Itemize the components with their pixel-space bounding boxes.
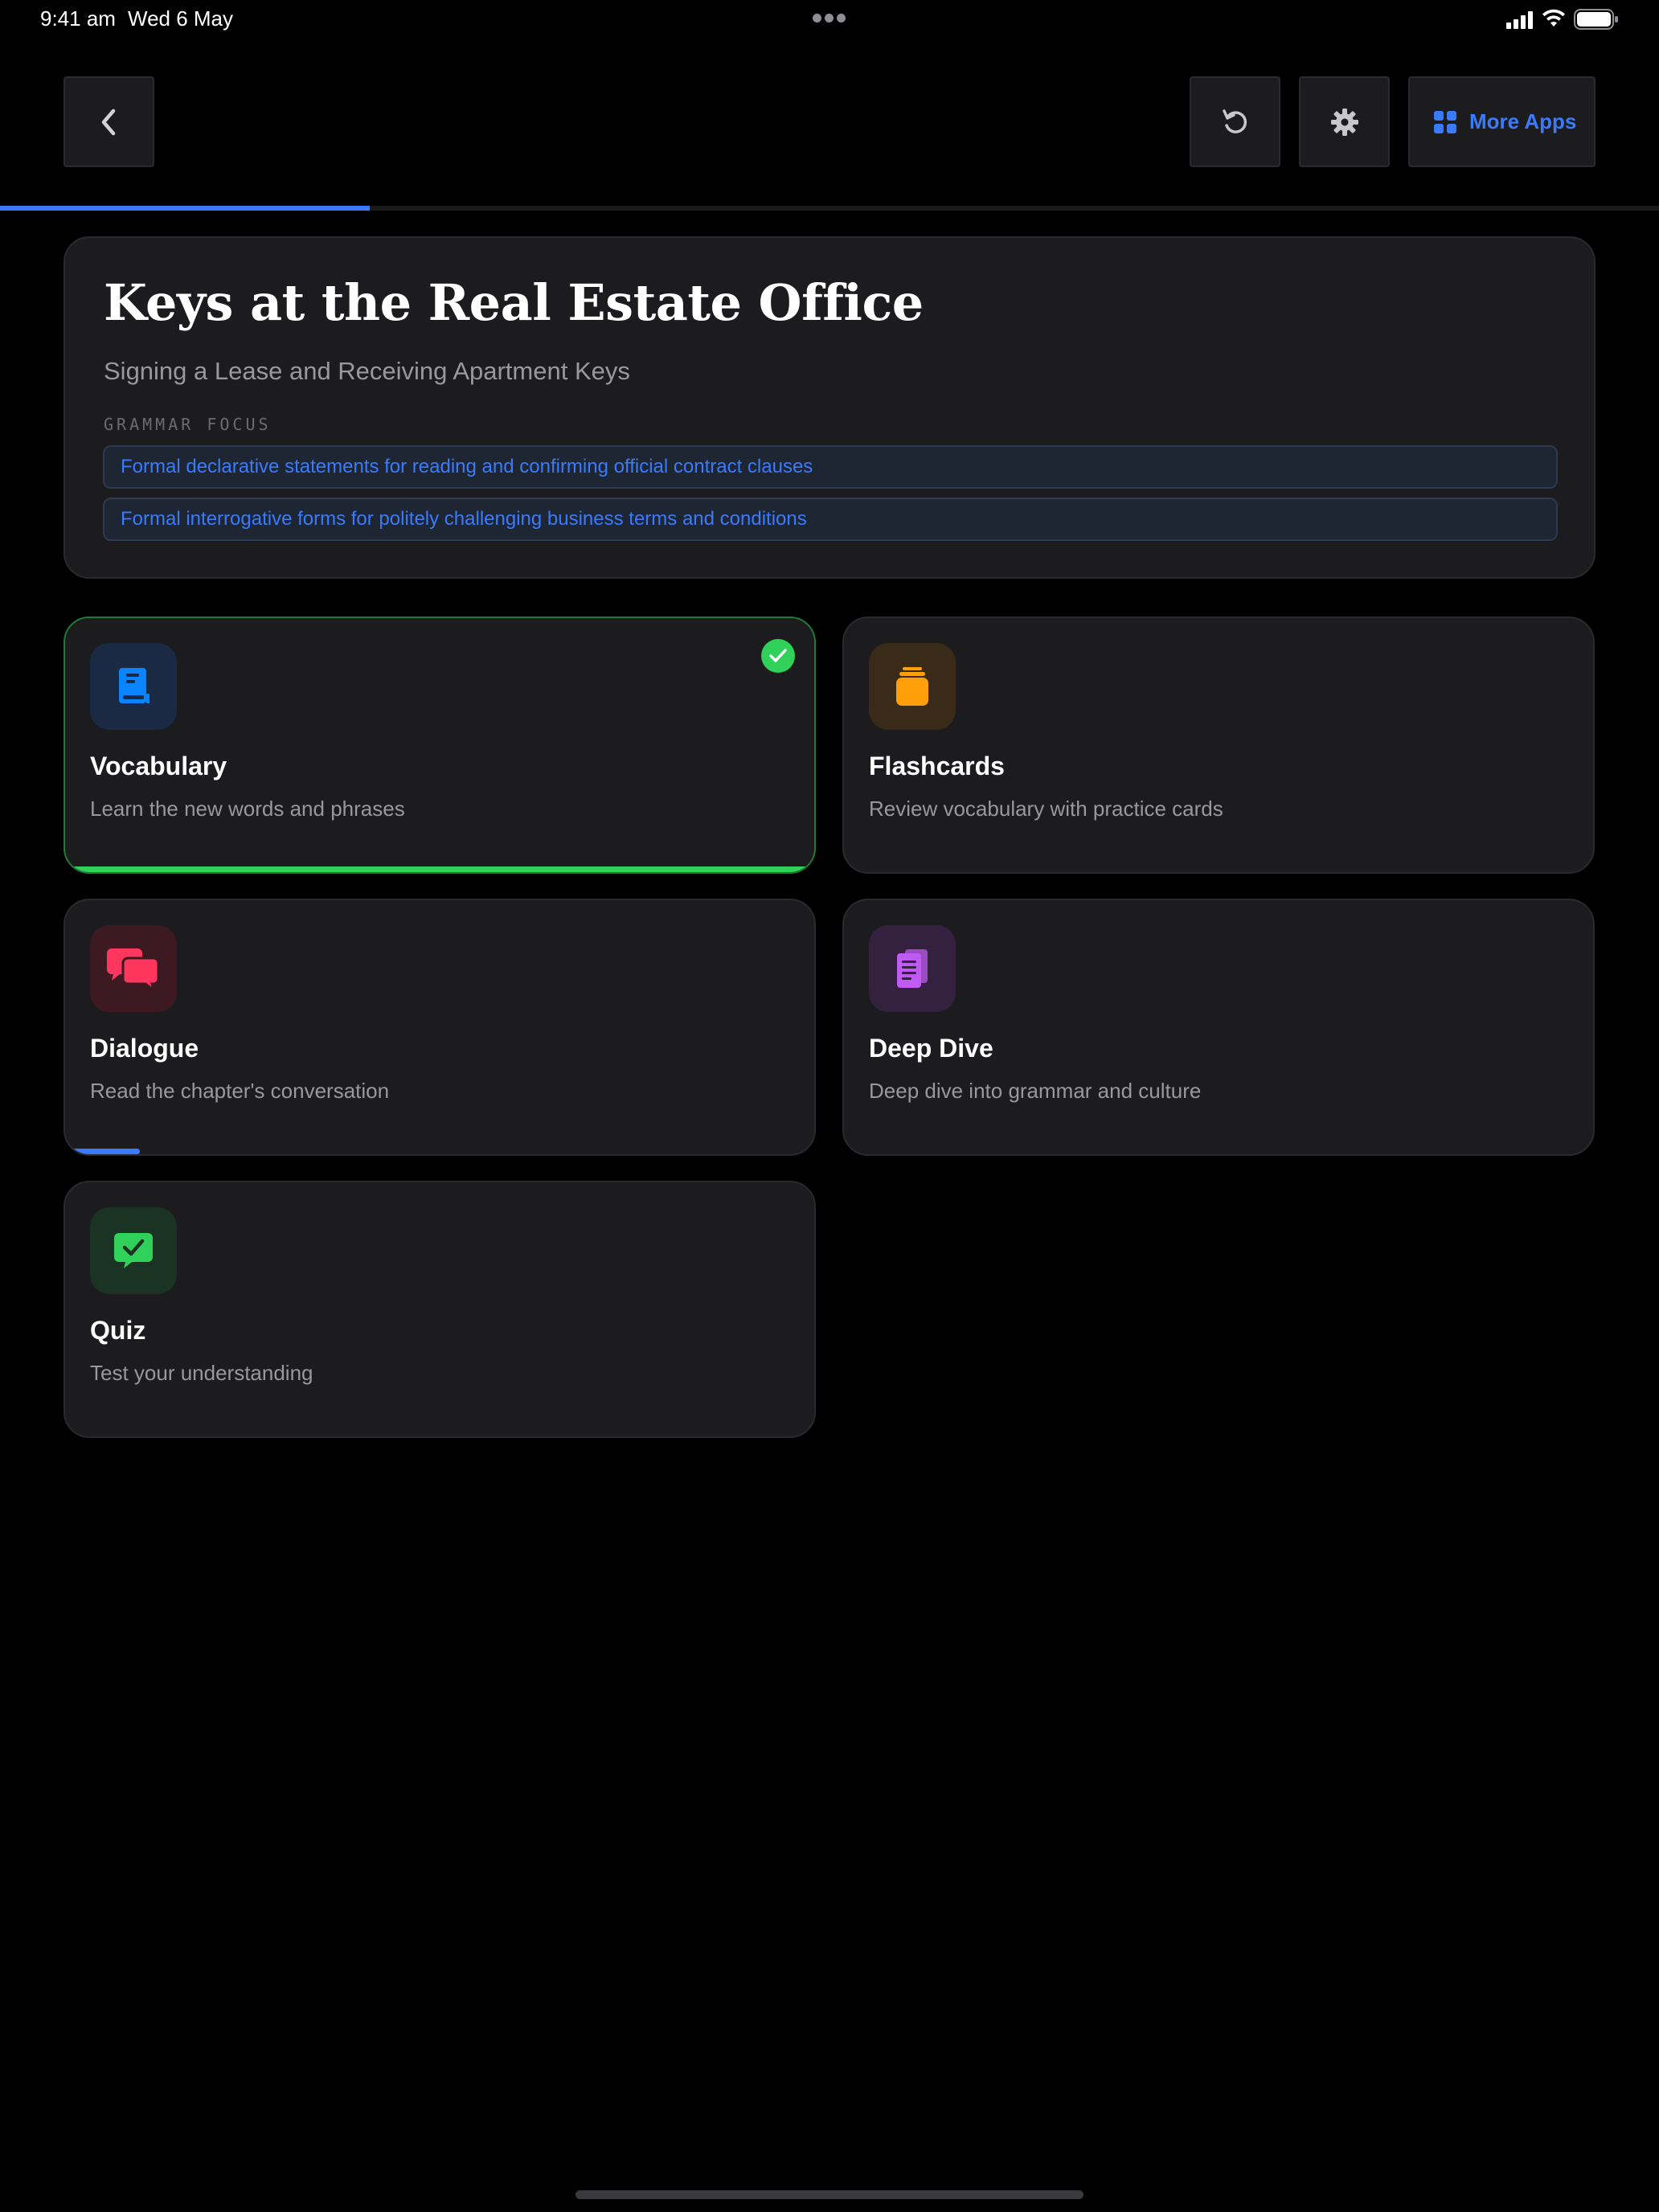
grid-icon [1434, 110, 1456, 133]
multitasking-dots-icon[interactable] [813, 14, 846, 23]
module-card-quiz[interactable]: Quiz Test your understanding [63, 1181, 816, 1438]
chapter-header-card: Keys at the Real Estate Office Signing a… [63, 236, 1596, 579]
card-stack-icon [869, 643, 956, 730]
module-card-flashcards[interactable]: Flashcards Review vocabulary with practi… [842, 616, 1595, 874]
completed-check-icon [761, 639, 795, 673]
module-description: Test your understanding [90, 1361, 313, 1385]
module-title: Quiz [90, 1316, 146, 1345]
status-bar: 9:41 am Wed 6 May [0, 0, 1659, 39]
gear-icon [1330, 108, 1358, 136]
module-title: Deep Dive [869, 1034, 993, 1063]
settings-button[interactable] [1299, 76, 1390, 167]
cellular-signal-icon [1506, 11, 1533, 29]
module-card-vocabulary[interactable]: Vocabulary Learn the new words and phras… [63, 616, 816, 874]
quiz-check-icon [90, 1207, 177, 1294]
module-title: Dialogue [90, 1034, 199, 1063]
more-apps-label: More Apps [1469, 109, 1577, 133]
module-progress-bar [65, 866, 814, 872]
status-date: Wed 6 May [128, 6, 234, 31]
chapter-progress-fill [0, 206, 371, 211]
reset-icon [1222, 109, 1247, 133]
chapter-subtitle: Signing a Lease and Receiving Apartment … [104, 357, 630, 385]
module-description: Review vocabulary with practice cards [869, 797, 1223, 821]
grammar-focus-label: GRAMMAR FOCUS [104, 415, 272, 434]
app-screen: 9:41 am Wed 6 May More Apps Keys at the … [0, 0, 1659, 2212]
book-icon [90, 643, 177, 730]
more-apps-button[interactable]: More Apps [1408, 76, 1596, 167]
reset-button[interactable] [1190, 76, 1280, 167]
battery-icon [1574, 9, 1618, 30]
module-title: Vocabulary [90, 752, 227, 780]
module-card-dialogue[interactable]: Dialogue Read the chapter's conversation [63, 899, 816, 1156]
grammar-point: Formal declarative statements for readin… [103, 445, 1558, 489]
chapter-title: Keys at the Real Estate Office [104, 273, 924, 332]
chat-bubbles-icon [90, 925, 177, 1012]
document-icon [869, 925, 956, 1012]
wifi-icon [1542, 9, 1565, 27]
grammar-point: Formal interrogative forms for politely … [103, 498, 1558, 541]
chapter-progress-bar [0, 206, 1659, 211]
module-title: Flashcards [869, 752, 1005, 780]
status-time: 9:41 am [40, 6, 116, 31]
home-indicator[interactable] [576, 2190, 1083, 2199]
module-description: Learn the new words and phrases [90, 797, 405, 821]
back-button[interactable] [63, 76, 154, 167]
module-progress-bar [65, 1149, 141, 1154]
status-indicators [1506, 9, 1619, 30]
module-description: Deep dive into grammar and culture [869, 1079, 1202, 1103]
chevron-left-icon [101, 109, 115, 135]
module-card-deep-dive[interactable]: Deep Dive Deep dive into grammar and cul… [842, 899, 1595, 1156]
module-description: Read the chapter's conversation [90, 1079, 390, 1103]
